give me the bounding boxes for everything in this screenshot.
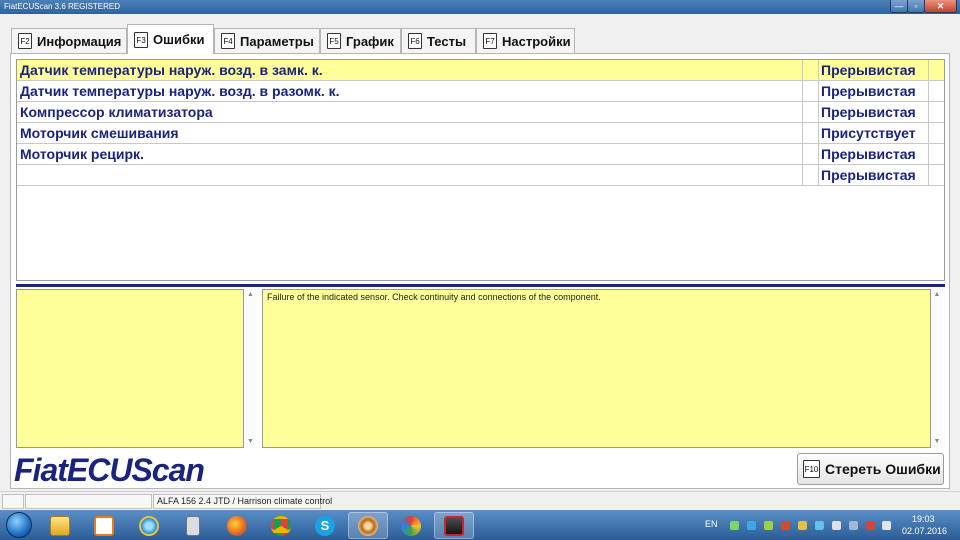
taskbar-ie[interactable] (129, 512, 169, 539)
tab-key: F4 (221, 33, 235, 49)
firefox-icon (227, 515, 247, 536)
error-name: Моторчик смешивания (20, 125, 179, 141)
error-name: Датчик температуры наруж. возд. в разомк… (20, 83, 340, 99)
clear-errors-button[interactable]: F10 Стереть Ошибки (797, 453, 944, 485)
tab-key: F6 (408, 33, 422, 49)
calculator-icon (186, 515, 200, 536)
error-name: Датчик температуры наруж. возд. в замк. … (20, 62, 323, 78)
button-label: Стереть Ошибки (825, 461, 941, 477)
table-row[interactable]: Датчик температуры наруж. возд. в замк. … (17, 60, 944, 81)
clock-time[interactable]: 19:03 (912, 514, 935, 524)
tray-icon[interactable] (730, 521, 739, 530)
tab-params[interactable]: F4 Параметры (214, 28, 320, 53)
taskbar-app[interactable] (348, 512, 388, 539)
error-status: Прерывистая (821, 62, 916, 78)
table-row[interactable]: Моторчик рецирк. Прерывистая (17, 144, 944, 165)
fiatecuscan-icon (444, 515, 464, 536)
tray-icon[interactable] (798, 521, 807, 530)
error-status: Прерывистая (821, 104, 916, 120)
table-row[interactable]: Моторчик смешивания Присутствует (17, 123, 944, 144)
app-logo: FiatECUScan (14, 452, 205, 488)
error-name: Моторчик рецирк. (20, 146, 144, 162)
taskbar-paint[interactable] (391, 512, 431, 539)
tab-label: Ошибки (153, 32, 205, 47)
tab-label: Параметры (240, 33, 314, 49)
tab-label: Тесты (427, 33, 467, 49)
status-segment (25, 494, 152, 509)
section-divider (16, 284, 945, 287)
table-row[interactable]: Прерывистая (17, 165, 944, 186)
freeze-frame-pane[interactable] (16, 289, 244, 448)
tab-key: F7 (483, 33, 497, 49)
start-button[interactable] (6, 512, 32, 538)
tab-key: F3 (134, 31, 148, 48)
tab-errors[interactable]: F3 Ошибки (127, 24, 214, 54)
scroll-up-icon[interactable]: ▲ (931, 291, 943, 299)
action-center-icon[interactable] (866, 521, 875, 530)
title-bar (0, 0, 960, 14)
status-bar: ALFA 156 2.4 JTD / Harrison climate cont… (0, 491, 960, 510)
media-player-icon (94, 515, 114, 536)
skype-icon: S (315, 515, 335, 536)
minimize-button[interactable]: — (890, 0, 908, 13)
status-segment (2, 494, 24, 509)
description-scrollbar[interactable]: ▲ ▼ (931, 289, 943, 448)
scroll-down-icon[interactable]: ▼ (931, 438, 943, 446)
taskbar-chrome[interactable] (261, 512, 301, 539)
tab-key: F2 (18, 33, 32, 49)
language-indicator[interactable]: EN (705, 519, 718, 529)
error-description: Failure of the indicated sensor. Check c… (267, 292, 601, 302)
paint-icon (401, 515, 421, 536)
tab-info[interactable]: F2 Информация (11, 28, 127, 53)
tab-settings[interactable]: F7 Настройки (476, 28, 575, 53)
chrome-icon (271, 515, 291, 536)
scroll-down-icon[interactable]: ▼ (245, 438, 256, 446)
window-title: FiatECUScan 3.6 REGISTERED (4, 2, 121, 11)
scroll-up-icon[interactable]: ▲ (245, 291, 256, 299)
tab-label: Информация (37, 33, 122, 49)
tray-icon[interactable] (764, 521, 773, 530)
network-icon[interactable] (849, 521, 858, 530)
close-button[interactable]: ✕ (924, 0, 957, 13)
tray-icon[interactable] (781, 521, 790, 530)
taskbar-fiatecuscan[interactable] (434, 512, 474, 539)
vehicle-info: ALFA 156 2.4 JTD / Harrison climate cont… (153, 494, 332, 509)
tray-icon[interactable] (815, 521, 824, 530)
tab-label: Настройки (502, 33, 571, 49)
taskbar-explorer[interactable] (40, 512, 80, 539)
app-icon (358, 515, 378, 536)
tray-icon[interactable] (747, 521, 756, 530)
error-description-pane[interactable]: Failure of the indicated sensor. Check c… (262, 289, 931, 448)
taskbar-calculator[interactable] (173, 512, 213, 539)
clock-date[interactable]: 02.07.2016 (902, 526, 947, 536)
maximize-button[interactable]: ▫ (907, 0, 925, 13)
table-row[interactable]: Датчик температуры наруж. возд. в разомк… (17, 81, 944, 102)
taskbar-firefox[interactable] (217, 512, 257, 539)
left-pane-scrollbar[interactable]: ▲ ▼ (245, 289, 256, 448)
error-name: Компрессор климатизатора (20, 104, 213, 120)
taskbar-media[interactable] (84, 512, 124, 539)
error-status: Прерывистая (821, 167, 916, 183)
tab-graph[interactable]: F5 График (320, 28, 401, 53)
battery-icon[interactable] (832, 521, 841, 530)
error-status: Прерывистая (821, 146, 916, 162)
tab-label: График (346, 33, 394, 49)
error-status: Прерывистая (821, 83, 916, 99)
button-key: F10 (803, 460, 820, 478)
table-row[interactable]: Компрессор климатизатора Прерывистая (17, 102, 944, 123)
tab-key: F5 (327, 33, 341, 49)
error-status: Присутствует (821, 125, 916, 141)
internet-explorer-icon (139, 515, 159, 536)
tab-tests[interactable]: F6 Тесты (401, 28, 476, 53)
taskbar-skype[interactable]: S (305, 512, 345, 539)
folder-icon (50, 515, 70, 536)
errors-table: Датчик температуры наруж. возд. в замк. … (16, 59, 945, 281)
volume-icon[interactable] (882, 521, 891, 530)
